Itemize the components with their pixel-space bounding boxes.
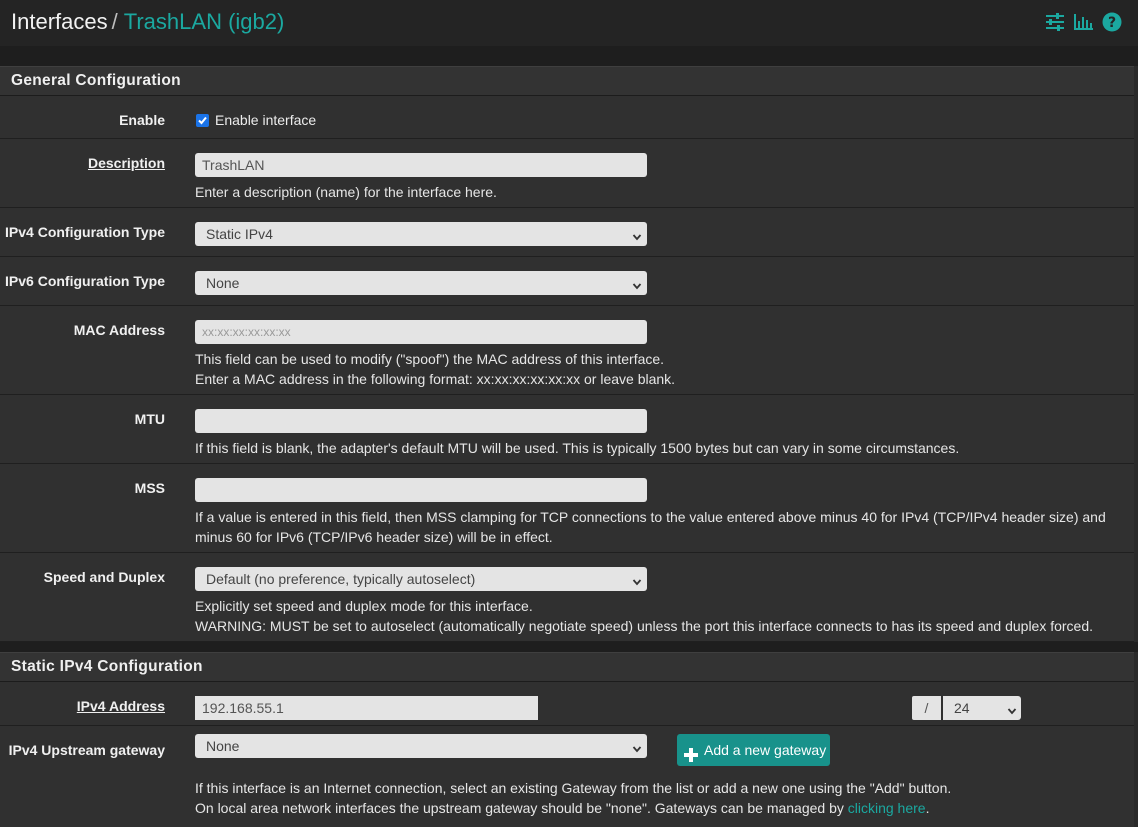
gateway-help-2-text: On local area network interfaces the ups… — [195, 800, 848, 816]
mss-help-2: minus 60 for IPv6 (TCP/IPv6 header size)… — [195, 529, 553, 545]
ipv4-type-label: IPv4 Configuration Type — [5, 224, 165, 240]
ipv4-type-select[interactable]: Static IPv4 — [195, 222, 647, 246]
mac-address-input[interactable]: xx:xx:xx:xx:xx:xx — [195, 320, 647, 344]
description-input[interactable]: TrashLAN — [195, 153, 647, 177]
gateway-help-1: If this interface is an Internet connect… — [195, 780, 952, 796]
gateway-help-2-suffix: . — [925, 800, 930, 816]
chevron-down-icon — [1007, 701, 1017, 725]
chevron-down-icon — [632, 739, 642, 763]
gateway-help-2: On local area network interfaces the ups… — [195, 798, 929, 818]
static-ipv4-header: Static IPv4 Configuration — [0, 652, 1134, 682]
ipv4-gateway-select[interactable]: None — [195, 734, 647, 758]
svg-text:?: ? — [1108, 15, 1116, 31]
mac-address-help-1: This field can be used to modify ("spoof… — [195, 351, 665, 367]
mtu-input[interactable] — [195, 409, 647, 433]
speed-duplex-row: Speed and Duplex Default (no preference,… — [0, 553, 1134, 642]
enable-checkbox[interactable] — [196, 114, 209, 127]
enable-row: Enable Enable interface — [0, 96, 1134, 139]
enable-checkbox-label[interactable]: Enable interface — [215, 112, 316, 128]
mss-input[interactable] — [195, 478, 647, 502]
section-title: Static IPv4 Configuration — [11, 658, 203, 675]
general-configuration-header: General Configuration — [0, 66, 1134, 96]
speed-duplex-label: Speed and Duplex — [43, 569, 165, 585]
bar-chart-icon[interactable] — [1074, 14, 1093, 30]
top-icons: ? — [1045, 12, 1122, 32]
mtu-help: If this field is blank, the adapter's de… — [195, 440, 960, 456]
ipv6-type-row: IPv6 Configuration Type None — [0, 257, 1134, 306]
enable-label: Enable — [119, 112, 165, 128]
ipv4-type-value: Static IPv4 — [206, 226, 273, 242]
chevron-down-icon — [632, 227, 642, 251]
panel-spacer — [0, 642, 1138, 652]
description-help: Enter a description (name) for the inter… — [195, 184, 497, 200]
ipv4-address-input[interactable]: 192.168.55.1 — [195, 696, 538, 720]
gateways-link[interactable]: clicking here — [848, 800, 926, 816]
mss-label: MSS — [134, 480, 165, 496]
ipv4-gateway-value: None — [206, 738, 240, 754]
cidr-value: 24 — [954, 700, 970, 716]
panel-spacer — [0, 46, 1138, 66]
mtu-row: MTU If this field is blank, the adapter'… — [0, 395, 1134, 464]
ipv6-type-select[interactable]: None — [195, 271, 647, 295]
chevron-down-icon — [632, 572, 642, 596]
ipv4-gateway-row: IPv4 Upstream gateway None Add a new gat… — [0, 726, 1134, 827]
ipv4-address-label: IPv4 Address — [76, 698, 165, 714]
breadcrumb: Interfaces / TrashLAN (igb2) — [11, 8, 284, 36]
cidr-separator: / — [912, 696, 941, 720]
speed-duplex-help-1: Explicitly set speed and duplex mode for… — [195, 598, 533, 614]
mac-address-help-2: Enter a MAC address in the following for… — [195, 371, 676, 387]
speed-duplex-select[interactable]: Default (no preference, typically autose… — [195, 567, 647, 591]
cidr-select[interactable]: 24 — [943, 696, 1021, 720]
add-gateway-label: Add a new gateway — [704, 742, 827, 758]
breadcrumb-separator: / — [111, 9, 118, 34]
mtu-label: MTU — [134, 411, 165, 427]
description-label: Description — [87, 155, 165, 171]
ipv6-type-label: IPv6 Configuration Type — [5, 273, 165, 289]
ipv6-type-value: None — [206, 275, 240, 291]
help-icon[interactable]: ? — [1102, 12, 1122, 32]
ipv4-gateway-label: IPv4 Upstream gateway — [8, 742, 165, 758]
breadcrumb-current[interactable]: TrashLAN (igb2) — [124, 9, 285, 34]
ipv4-address-row: IPv4 Address 192.168.55.1 / 24 — [0, 682, 1134, 726]
section-title: General Configuration — [11, 72, 181, 89]
mss-row: MSS If a value is entered in this field,… — [0, 464, 1134, 553]
ipv4-type-row: IPv4 Configuration Type Static IPv4 — [0, 208, 1134, 257]
mac-address-row: MAC Address xx:xx:xx:xx:xx:xx This field… — [0, 306, 1134, 395]
description-row: Description TrashLAN Enter a description… — [0, 139, 1134, 208]
sliders-icon[interactable] — [1045, 13, 1065, 31]
breadcrumb-interfaces-link[interactable]: Interfaces — [11, 9, 108, 34]
mss-help-1: If a value is entered in this field, the… — [195, 509, 1106, 525]
add-gateway-button[interactable]: Add a new gateway — [677, 734, 830, 766]
plus-icon — [683, 742, 699, 774]
top-bar: Interfaces / TrashLAN (igb2) ? — [0, 0, 1138, 46]
speed-duplex-value: Default (no preference, typically autose… — [206, 571, 476, 587]
chevron-down-icon — [632, 276, 642, 300]
speed-duplex-help-2: WARNING: MUST be set to autoselect (auto… — [195, 618, 1094, 634]
mac-address-label: MAC Address — [73, 322, 165, 338]
